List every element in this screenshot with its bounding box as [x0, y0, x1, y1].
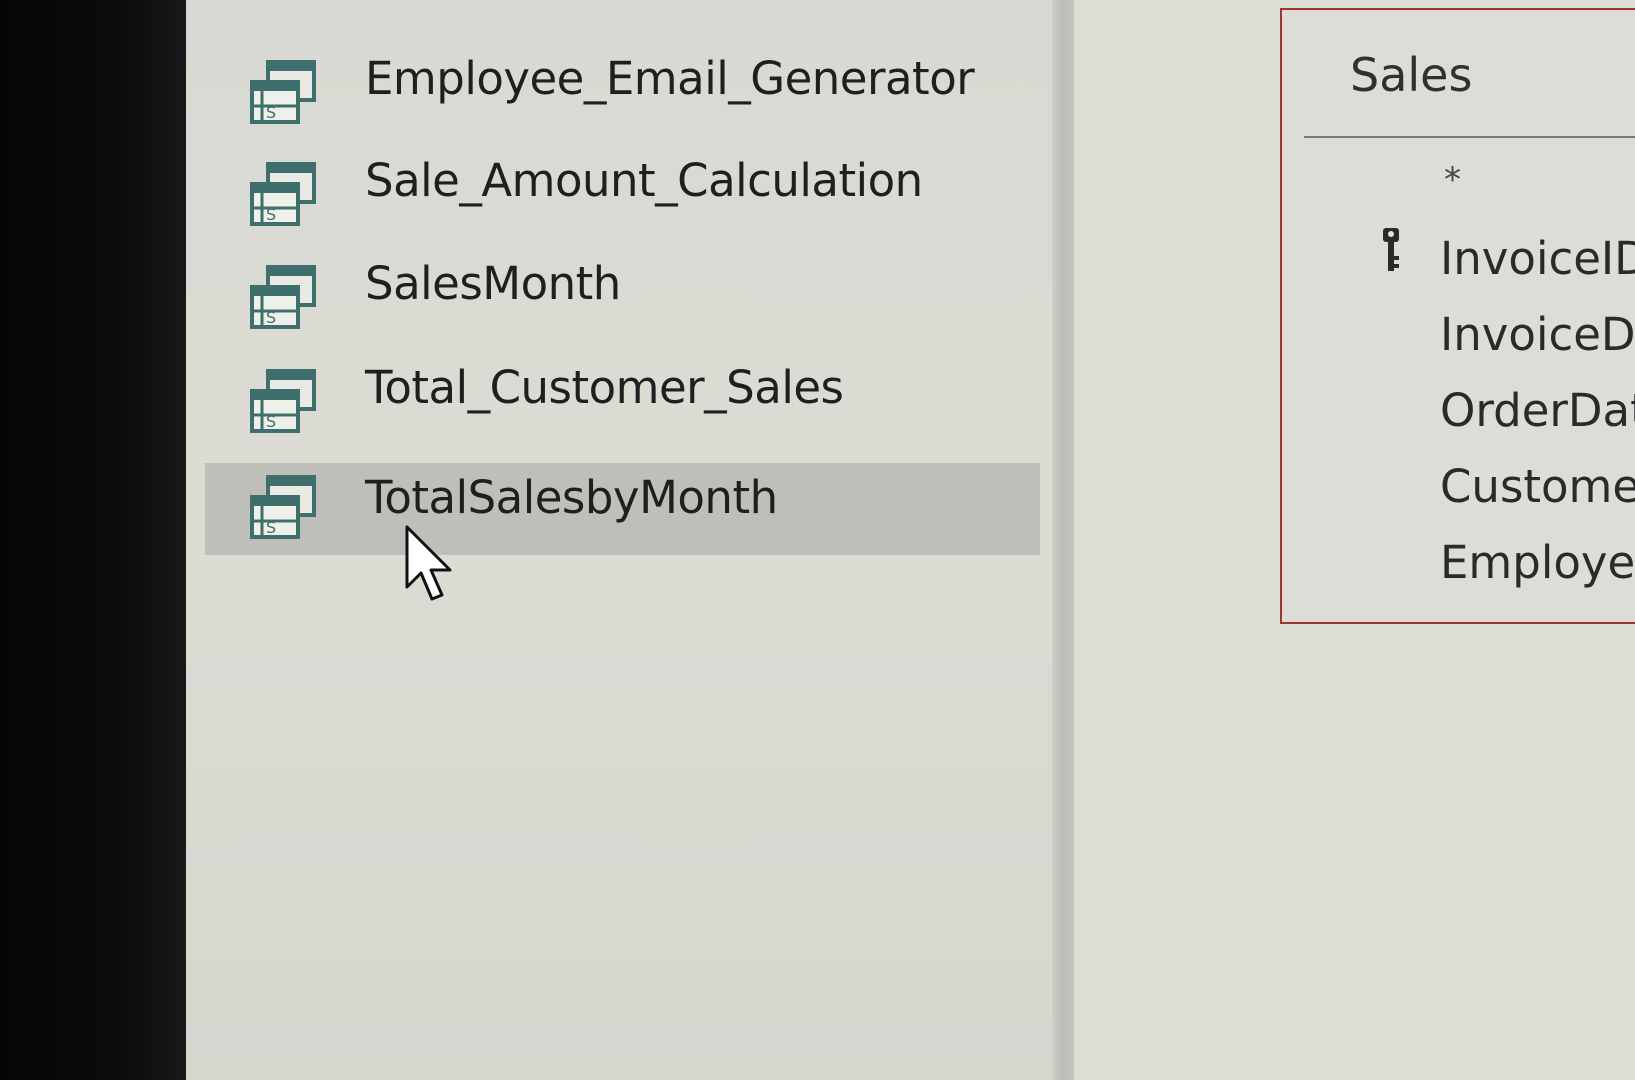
field-customer[interactable]: Customer: [1440, 460, 1635, 513]
svg-text:S: S: [266, 205, 276, 224]
pane-splitter[interactable]: [1052, 0, 1074, 1080]
field-all-columns[interactable]: *: [1444, 160, 1461, 200]
svg-text:S: S: [266, 412, 276, 431]
monitor-bezel: [0, 0, 190, 1080]
nav-item-label: SalesMonth: [365, 257, 621, 310]
field-employee[interactable]: Employee: [1440, 536, 1635, 589]
query-icon: S: [250, 265, 316, 329]
mouse-pointer-icon: [405, 525, 452, 601]
field-orderdate[interactable]: OrderDat: [1440, 384, 1635, 437]
divider: [1304, 136, 1635, 138]
query-icon: S: [250, 60, 316, 124]
primary-key-icon: [1383, 228, 1399, 271]
field-invoicedate[interactable]: InvoiceDa: [1440, 308, 1635, 361]
nav-item-totalsalesbymonth[interactable]: S TotalSalesbyMonth: [205, 463, 1040, 555]
svg-text:S: S: [266, 308, 276, 327]
query-icon: S: [250, 369, 316, 433]
svg-text:S: S: [266, 518, 276, 537]
nav-item-sale-amount-calculation[interactable]: S Sale_Amount_Calculation: [205, 140, 1040, 232]
screen: S Employee_Email_Generator S Sale_Amount…: [0, 0, 1635, 1080]
nav-item-label: TotalSalesbyMonth: [365, 471, 778, 524]
nav-item-total-customer-sales[interactable]: S Total_Customer_Sales: [205, 347, 1040, 439]
nav-item-label: Total_Customer_Sales: [365, 361, 844, 414]
query-icon: S: [250, 162, 316, 226]
query-icon: S: [250, 475, 316, 539]
nav-item-label: Employee_Email_Generator: [365, 52, 975, 105]
svg-text:S: S: [266, 103, 276, 122]
table-title: Sales: [1350, 48, 1473, 102]
nav-item-employee-email-generator[interactable]: S Employee_Email_Generator: [205, 38, 1040, 130]
nav-item-salesmonth[interactable]: S SalesMonth: [205, 243, 1040, 335]
field-invoiceid[interactable]: InvoiceID: [1440, 232, 1635, 285]
nav-item-label: Sale_Amount_Calculation: [365, 154, 923, 207]
table-field-list[interactable]: Sales * InvoiceID InvoiceDa OrderDat Cus…: [1280, 8, 1635, 624]
